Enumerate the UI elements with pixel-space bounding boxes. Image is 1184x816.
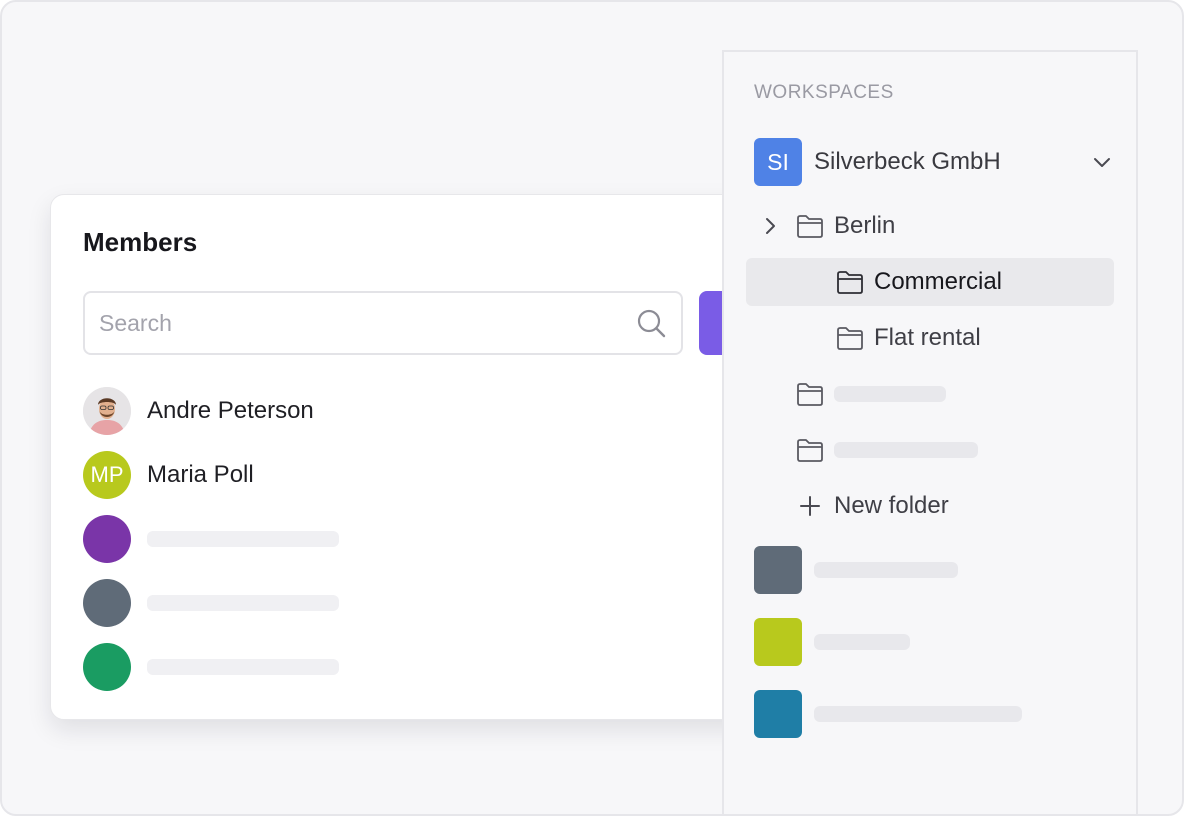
chevron-down-icon[interactable] — [1090, 150, 1114, 174]
folder-icon — [797, 215, 823, 238]
folder-skeleton — [834, 442, 978, 458]
plus-icon — [800, 496, 820, 516]
workspace-avatar[interactable] — [754, 690, 802, 738]
workspace-avatar: SI — [754, 138, 802, 186]
name-skeleton — [147, 659, 339, 675]
search-icon[interactable] — [635, 307, 667, 339]
new-folder-label: New folder — [834, 492, 949, 519]
workspace-switcher[interactable]: SI Silverbeck GmbH — [754, 138, 1114, 186]
folder-item-flat-rental[interactable]: Flat rental — [746, 314, 1114, 362]
member-row-placeholder — [83, 515, 723, 563]
member-row[interactable]: Andre Peterson — [83, 387, 723, 435]
folder-icon — [797, 383, 823, 406]
folder-label: Berlin — [834, 212, 896, 239]
workspace-name-skeleton — [814, 562, 958, 578]
name-skeleton — [147, 595, 339, 611]
chevron-right-icon[interactable] — [758, 214, 782, 238]
folder-label: Commercial — [874, 268, 1003, 295]
search-input[interactable] — [99, 293, 619, 353]
member-row[interactable]: MP Maria Poll — [83, 451, 723, 499]
folder-icon — [837, 271, 863, 294]
avatar — [83, 515, 131, 563]
person-photo-icon — [83, 387, 131, 435]
name-skeleton — [147, 531, 339, 547]
member-row-placeholder — [83, 643, 723, 691]
folder-item-placeholder — [754, 426, 1114, 474]
folder-item-placeholder — [754, 370, 1114, 418]
workspace-name-skeleton — [814, 706, 1022, 722]
workspace-avatar[interactable] — [754, 546, 802, 594]
folder-item-berlin[interactable]: Berlin — [754, 202, 1114, 250]
folder-item-commercial[interactable]: Commercial — [746, 258, 1114, 306]
avatar — [83, 387, 131, 435]
folder-label: Flat rental — [874, 324, 981, 351]
new-folder-button[interactable]: New folder — [754, 482, 1114, 530]
app-frame: Members Andre Peter — [0, 0, 1184, 816]
workspace-name: Silverbeck GmbH — [814, 148, 1001, 175]
avatar — [83, 579, 131, 627]
folder-skeleton — [834, 386, 946, 402]
member-name: Maria Poll — [147, 461, 254, 488]
member-name: Andre Peterson — [147, 397, 314, 424]
search-box[interactable] — [83, 291, 683, 355]
member-row-placeholder — [83, 579, 723, 627]
workspaces-panel: WORKSPACES SI Silverbeck GmbH Berlin Com… — [722, 50, 1138, 814]
workspace-avatar[interactable] — [754, 618, 802, 666]
folder-icon — [797, 439, 823, 462]
workspaces-label: WORKSPACES — [754, 82, 894, 103]
workspace-name-skeleton — [814, 634, 910, 650]
folder-icon — [837, 327, 863, 350]
avatar: MP — [83, 451, 131, 499]
members-card: Members Andre Peter — [50, 194, 790, 720]
members-title: Members — [83, 227, 198, 257]
avatar — [83, 643, 131, 691]
